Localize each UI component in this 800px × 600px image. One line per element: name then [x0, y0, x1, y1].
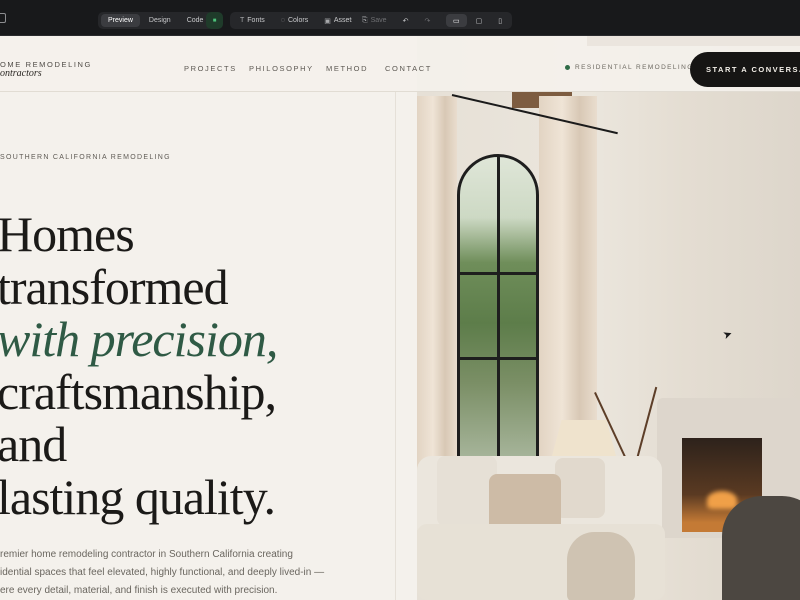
headline-line: craftsmanship, [0, 363, 277, 420]
main-nav: PROJECTS PHILOSOPHY METHOD CONTACT [184, 64, 432, 73]
site-header: OME REMODELING ontractors PROJECTS PHILO… [0, 36, 800, 92]
headline-line-accent: with precision, [0, 311, 278, 367]
save-icon: ⎘ [362, 16, 368, 24]
panel-toggle-icon[interactable] [0, 13, 6, 23]
brand-subtitle[interactable]: ontractors [0, 68, 42, 79]
mobile-icon[interactable]: ▯ [491, 14, 509, 27]
palette-icon: ◌ [280, 17, 285, 24]
nav-link-method[interactable]: METHOD [326, 64, 385, 73]
tab-design[interactable]: Design [142, 14, 178, 27]
save-label: Save [370, 17, 387, 24]
photo-flame [707, 491, 737, 509]
column-divider [395, 92, 396, 600]
nav-link-projects[interactable]: PROJECTS [184, 64, 249, 73]
design-tools: T Fonts ◌ Colors ▣ Assets [230, 12, 365, 29]
description-line: remier home remodeling contractor in Sou… [0, 549, 293, 560]
window-mullion [497, 157, 500, 459]
description-line: ere every detail, material, and finish i… [0, 585, 278, 596]
colors-button[interactable]: ◌ Colors [274, 14, 315, 27]
save-button[interactable]: ⎘ Save [355, 14, 394, 27]
fonts-label: Fonts [247, 17, 265, 24]
editor-toolbar: Preview Design Code ■ T Fonts ◌ Colors ▣ As… [0, 0, 800, 36]
photo-window [457, 154, 539, 462]
service-status: RESIDENTIAL REMODELING [565, 64, 694, 71]
photo-pot [567, 532, 635, 600]
headline-line: lasting quality. [0, 468, 276, 525]
headline-line: transformed [0, 258, 229, 315]
headline-line: and [0, 416, 67, 472]
device-switch: ▭ ▢ ▯ [443, 12, 513, 29]
status-dot-icon [565, 65, 570, 70]
photo-pillow [437, 456, 497, 526]
status-text: RESIDENTIAL REMODELING [575, 64, 694, 71]
photo-pillow [555, 458, 605, 518]
view-mode-switch: Preview Design Code [98, 12, 214, 29]
status-indicator-icon[interactable]: ■ [206, 12, 223, 29]
photo-curtain [417, 96, 457, 496]
desktop-icon[interactable]: ▭ [446, 14, 467, 27]
nav-link-contact[interactable]: CONTACT [385, 64, 432, 73]
hero-photo: ➤ [417, 36, 800, 600]
page-preview: ➤ OME REMODELING ontractors PROJECTS PHI… [0, 36, 800, 600]
hero-eyebrow: SOUTHERN CALIFORNIA REMODELING [0, 154, 171, 161]
text-icon: T [240, 17, 245, 24]
tablet-icon[interactable]: ▢ [469, 14, 490, 27]
redo-icon[interactable]: ↷ [417, 14, 437, 27]
description-line: idential spaces that feel elevated, high… [0, 567, 325, 578]
window-bar [460, 272, 536, 275]
headline-line: Homes [0, 206, 135, 262]
photo-lamp-shade [552, 420, 616, 456]
photo-chair [722, 496, 800, 600]
hero-description: remier home remodeling contractor in Sou… [0, 546, 360, 600]
nav-link-philosophy[interactable]: PHILOSOPHY [249, 64, 326, 73]
assets-icon: ▣ [324, 17, 331, 25]
fonts-button[interactable]: T Fonts [233, 14, 272, 27]
tab-preview[interactable]: Preview [101, 14, 140, 27]
window-bar [460, 357, 536, 360]
colors-label: Colors [287, 17, 309, 24]
start-conversation-button[interactable]: START A CONVERSATI [690, 52, 800, 87]
undo-icon[interactable]: ↶ [396, 14, 416, 27]
hero-headline: Homes transformed with precision, crafts… [0, 206, 278, 525]
